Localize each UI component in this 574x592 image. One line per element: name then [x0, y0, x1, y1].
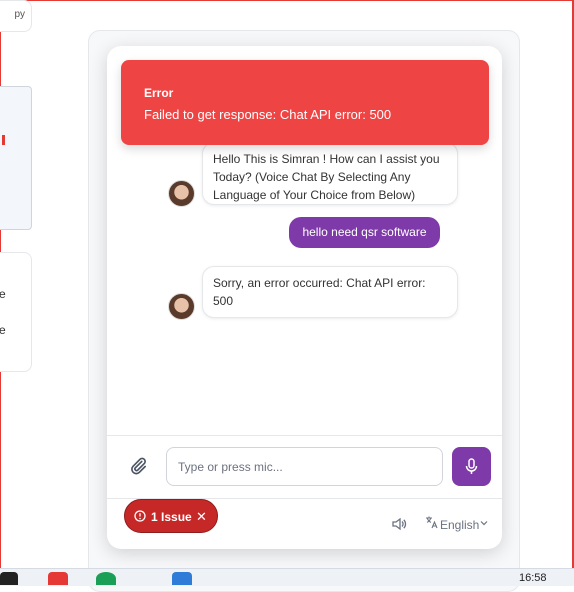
toast-message: Failed to get response: Chat API error: … — [144, 107, 392, 122]
background-card-2: e e — [0, 252, 32, 372]
issue-label: 1 Issue — [151, 510, 192, 524]
validation-mark — [2, 135, 5, 145]
bot-message: Hello This is Simran ! How can I assist … — [202, 142, 458, 205]
alert-circle-icon — [134, 510, 146, 522]
issue-badge[interactable]: 1 Issue ✕ — [124, 499, 218, 533]
background-textarea[interactable] — [0, 86, 32, 230]
user-message: hello need qsr software — [289, 217, 440, 248]
bot-message-text: Sorry, an error occurred: Chat API error… — [213, 276, 426, 308]
divider — [107, 435, 502, 436]
bot-message: Sorry, an error occurred: Chat API error… — [202, 266, 458, 318]
error-toast[interactable]: Error Failed to get response: Chat API e… — [121, 60, 489, 145]
background-card-text: e — [0, 287, 6, 301]
taskbar — [0, 568, 574, 586]
background-card: py — [0, 0, 32, 32]
taskbar-app-icon[interactable] — [0, 572, 18, 585]
user-message-text: hello need qsr software — [302, 225, 427, 239]
bot-avatar — [168, 293, 195, 320]
language-select[interactable]: English — [440, 518, 479, 532]
bot-avatar — [168, 180, 195, 207]
chevron-down-icon[interactable] — [479, 518, 489, 528]
close-icon[interactable]: ✕ — [196, 509, 207, 525]
paperclip-icon[interactable] — [128, 456, 148, 476]
translate-icon — [426, 516, 438, 529]
bot-message-text: Hello This is Simran ! How can I assist … — [213, 152, 440, 202]
taskbar-clock: 16:58 — [519, 572, 547, 584]
background-card-text: py — [14, 9, 25, 20]
mic-icon — [465, 458, 478, 474]
message-input[interactable] — [166, 447, 443, 486]
taskbar-app-icon[interactable] — [96, 572, 116, 585]
speaker-icon[interactable] — [391, 516, 407, 532]
taskbar-app-icon[interactable] — [172, 572, 192, 585]
window-frame-top — [0, 0, 574, 1]
toast-title: Error — [144, 86, 174, 100]
taskbar-app-icon[interactable] — [48, 572, 68, 585]
background-card-text: e — [0, 323, 6, 337]
mic-button[interactable] — [452, 447, 491, 486]
